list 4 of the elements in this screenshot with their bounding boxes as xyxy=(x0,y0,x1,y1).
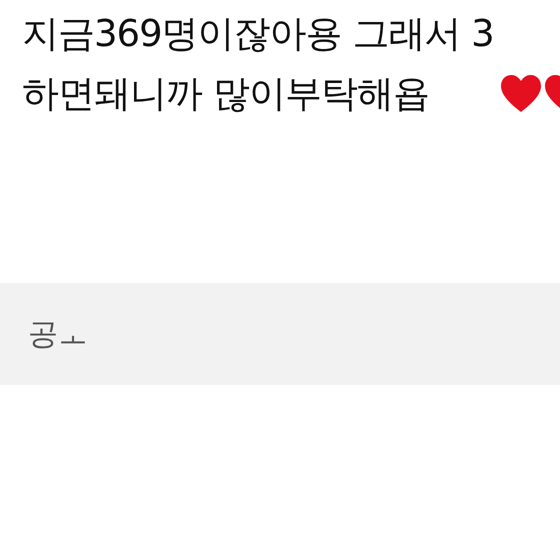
reply-text: 공ㅗ xyxy=(28,316,88,354)
post-text: 지금369명이잖아용 그래서 3 xyxy=(22,11,495,57)
heart-icon xyxy=(500,74,542,114)
post-text: 하면돼니까 많이부탁해욥 xyxy=(22,71,429,117)
